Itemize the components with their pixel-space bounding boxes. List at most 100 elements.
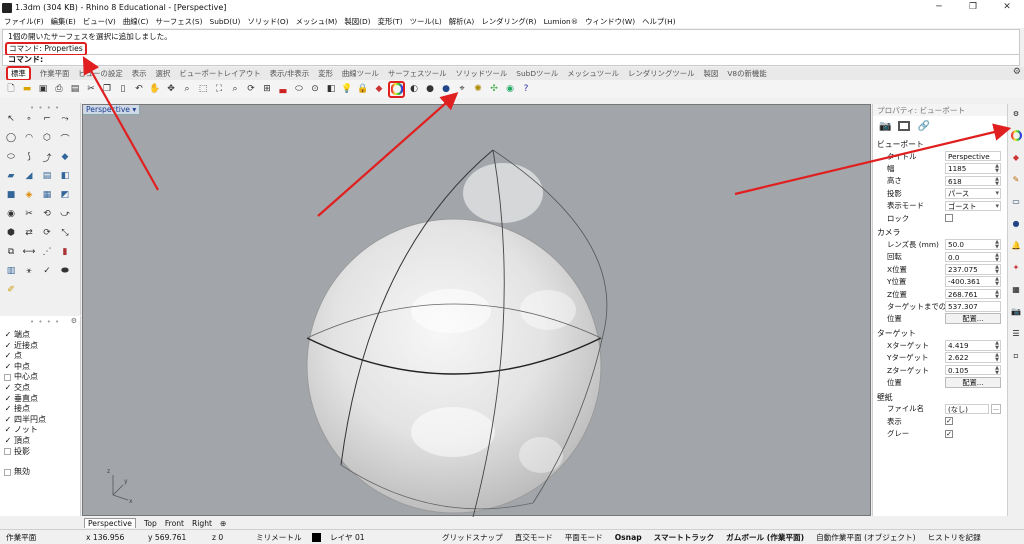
extend-icon[interactable]: ⤴ bbox=[39, 149, 55, 165]
property-value-field[interactable]: 0.105 ▲ ▼ bbox=[945, 364, 1001, 376]
group-icon[interactable]: ⬢ bbox=[3, 225, 19, 241]
tab-select[interactable]: 選択 bbox=[156, 68, 171, 79]
named-view-icon[interactable]: ▫ bbox=[1010, 349, 1023, 362]
color-wheel-icon[interactable] bbox=[1010, 129, 1023, 142]
open-folder-icon[interactable]: ▬ bbox=[20, 82, 34, 96]
perspective-viewport[interactable]: Perspective ▾ z x y bbox=[82, 104, 871, 517]
tab-surface-tools[interactable]: サーフェスツール bbox=[388, 68, 447, 79]
trim-icon[interactable]: ✂ bbox=[21, 206, 37, 222]
current-layer[interactable]: レイヤ 01 bbox=[324, 532, 436, 543]
save-icon[interactable]: ▣ bbox=[36, 82, 50, 96]
split-icon[interactable]: ◉ bbox=[3, 206, 19, 222]
pan-hand-icon[interactable]: ✋ bbox=[148, 82, 162, 96]
cut-icon[interactable]: ✂ bbox=[84, 82, 98, 96]
camera-place-button[interactable]: 配置... bbox=[945, 313, 1001, 325]
dimension-tool-icon[interactable]: ▮ bbox=[57, 244, 73, 260]
tab-new-in-v8[interactable]: V8の新機能 bbox=[727, 68, 766, 79]
osnap-item[interactable]: 無効 bbox=[4, 467, 46, 478]
tab-viewport-layout[interactable]: ビューポートレイアウト bbox=[179, 68, 260, 79]
render-sphere-icon[interactable]: ● bbox=[439, 82, 453, 96]
zoom-icon[interactable]: ⌕ bbox=[180, 82, 194, 96]
layers-icon[interactable]: ☰ bbox=[1010, 327, 1023, 340]
polygon-icon[interactable]: ⬡ bbox=[39, 130, 55, 146]
show-checkbox[interactable]: ✓ bbox=[945, 417, 953, 426]
loft-icon[interactable]: ◧ bbox=[57, 168, 73, 184]
osnap-item[interactable]: ✓ 垂直点 bbox=[4, 394, 46, 405]
polyline-icon[interactable]: ⌐ bbox=[39, 111, 55, 127]
target-place-button[interactable]: 配置... bbox=[945, 376, 1001, 388]
osnap-checkbox[interactable]: ✓ bbox=[4, 425, 12, 436]
tab-set-view[interactable]: ビューの設定 bbox=[78, 68, 122, 79]
tab-visibility[interactable]: 表示/非表示 bbox=[270, 68, 309, 79]
property-value-field[interactable]: 50.0 ▲ ▼ bbox=[945, 239, 1001, 250]
osnap-checkbox[interactable]: ✓ bbox=[4, 330, 12, 341]
gumball-toggle[interactable]: ガムボール (作業平面) bbox=[720, 532, 810, 543]
minimize-button[interactable]: ─ bbox=[922, 0, 956, 15]
shaded-sphere-icon[interactable]: ◐ bbox=[407, 82, 421, 96]
property-value-field[interactable]: 618 ▲ ▼ bbox=[945, 175, 1001, 187]
tab-cplanes[interactable]: 作業平面 bbox=[40, 68, 70, 79]
move-icon[interactable]: ⇄ bbox=[21, 225, 37, 241]
menu-render[interactable]: レンダリング(R) bbox=[481, 16, 536, 27]
edit-points-icon[interactable]: ⚹ bbox=[21, 263, 37, 279]
rendered-sphere-icon[interactable]: ● bbox=[423, 82, 437, 96]
arc-icon[interactable]: ◠ bbox=[21, 130, 37, 146]
viewport-layout-icon[interactable]: ⊞ bbox=[260, 82, 274, 96]
menu-edit[interactable]: 編集(E) bbox=[51, 16, 76, 27]
tab-perspective[interactable]: Perspective bbox=[84, 518, 136, 528]
menu-dimension[interactable]: 製図(D) bbox=[344, 16, 370, 27]
ortho-toggle[interactable]: 直交モード bbox=[509, 532, 559, 543]
browse-button[interactable]: … bbox=[991, 403, 1001, 414]
property-value-field[interactable]: 1185 ▲ ▼ bbox=[945, 163, 1001, 174]
display-icon[interactable]: ▭ bbox=[1010, 195, 1023, 208]
gear-icon[interactable]: ⚙ bbox=[1013, 67, 1021, 77]
tab-front[interactable]: Front bbox=[165, 519, 184, 528]
tab-mesh-tools[interactable]: メッシュツール bbox=[567, 68, 619, 79]
osnap-item[interactable]: ✓ 交点 bbox=[4, 383, 46, 394]
fillet-icon[interactable]: ⌒ bbox=[57, 130, 73, 146]
smarttrack-toggle[interactable]: スマートトラック bbox=[648, 532, 721, 543]
menu-surface[interactable]: サーフェス(S) bbox=[156, 16, 203, 27]
cplane-icon[interactable]: ◧ bbox=[324, 82, 338, 96]
light-icon[interactable]: 🔔 bbox=[1010, 239, 1023, 252]
rotate-icon[interactable]: ⟳ bbox=[39, 225, 55, 241]
grip-dots[interactable]: • • • • bbox=[30, 318, 60, 326]
osnap-checkbox[interactable] bbox=[4, 374, 11, 382]
osnap-checkbox[interactable] bbox=[4, 448, 11, 456]
select-arrow-icon[interactable]: ↖ bbox=[3, 111, 19, 127]
array-icon[interactable]: ⋰ bbox=[39, 244, 55, 260]
osnap-checkbox[interactable]: ✓ bbox=[4, 341, 12, 352]
osnap-item[interactable]: ✓ 点 bbox=[4, 351, 46, 362]
lock-checkbox[interactable] bbox=[945, 214, 953, 223]
paste-icon[interactable]: ▯ bbox=[116, 82, 130, 96]
offset-icon[interactable]: ⟆ bbox=[21, 149, 37, 165]
osnap-item[interactable]: ✓ 近接点 bbox=[4, 341, 46, 352]
menu-help[interactable]: ヘルプ(H) bbox=[642, 16, 676, 27]
tab-solid-tools[interactable]: ソリッドツール bbox=[456, 68, 508, 79]
viewport-frame-icon[interactable] bbox=[898, 121, 911, 131]
color-wheel-icon[interactable] bbox=[388, 80, 405, 98]
circle-icon[interactable]: ◯ bbox=[3, 130, 19, 146]
link-icon[interactable]: 🔗 bbox=[917, 121, 929, 132]
pan-move-icon[interactable]: ✥ bbox=[164, 82, 178, 96]
render-icon[interactable]: ● bbox=[1010, 217, 1023, 230]
lock-icon[interactable]: 🔒 bbox=[356, 82, 370, 96]
sweep-icon[interactable]: ◢ bbox=[21, 168, 37, 184]
print-icon[interactable]: ⎙ bbox=[52, 82, 66, 96]
restore-button[interactable]: ❐ bbox=[956, 0, 990, 15]
menu-tools[interactable]: ツール(L) bbox=[410, 16, 442, 27]
tab-drafting[interactable]: 製図 bbox=[704, 68, 719, 79]
tab-transform[interactable]: 変形 bbox=[318, 68, 333, 79]
tab-render-tools[interactable]: レンダリングツール bbox=[628, 68, 695, 79]
cplane-label[interactable]: 作業平面 bbox=[0, 532, 80, 543]
cube-icon[interactable]: ■ bbox=[3, 187, 19, 203]
environment-icon[interactable]: ✦ bbox=[1010, 261, 1023, 274]
tab-top[interactable]: Top bbox=[144, 519, 157, 528]
property-value-field[interactable]: ゴースト ▾ bbox=[945, 200, 1001, 211]
dimension-icon[interactable]: ⌖ bbox=[455, 82, 469, 96]
menu-subd[interactable]: SubD(U) bbox=[210, 17, 241, 26]
osnap-checkbox[interactable]: ✓ bbox=[4, 415, 12, 426]
osnap-item[interactable]: ✓ 四半円点 bbox=[4, 415, 46, 426]
menu-lumion[interactable]: Lumion® bbox=[544, 17, 579, 26]
brush-icon[interactable]: ✎ bbox=[1010, 173, 1023, 186]
